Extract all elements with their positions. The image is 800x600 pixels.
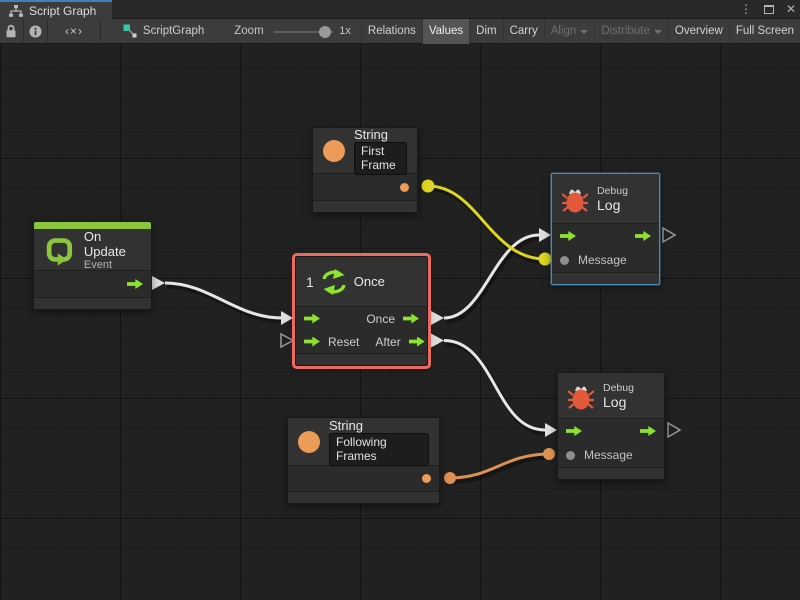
- code-view-button[interactable]: ‹×›: [48, 19, 101, 44]
- distribute-dropdown[interactable]: Distribute: [594, 19, 668, 44]
- node-title: On Update: [84, 229, 141, 259]
- string-type-icon: [298, 431, 320, 453]
- chevron-down-icon: [580, 30, 588, 34]
- graph-breadcrumb[interactable]: ScriptGraph: [123, 24, 204, 38]
- values-button[interactable]: Values: [422, 19, 469, 44]
- graph-toolbar: ‹×› ScriptGraph Zoom 1x Relations Values…: [0, 19, 800, 44]
- lock-icon: [5, 24, 17, 38]
- node-once-selected[interactable]: 1 Once Once Reset After: [295, 256, 428, 366]
- carry-button[interactable]: Carry: [503, 19, 544, 44]
- wire-dot-yellow-start[interactable]: [422, 180, 435, 193]
- wire-dot-orange-end[interactable]: [543, 448, 555, 460]
- tab-script-graph[interactable]: Script Graph: [0, 0, 112, 19]
- once-count: 1: [306, 274, 314, 290]
- port-triangle-debug-top-in[interactable]: [539, 228, 551, 242]
- string-value-field[interactable]: First Frame: [354, 142, 407, 175]
- flow-out-port[interactable]: [635, 231, 651, 241]
- node-title: String: [354, 127, 407, 142]
- wire-dot-orange-start[interactable]: [444, 472, 456, 484]
- message-label: Message: [584, 448, 633, 462]
- node-subtitle: Event: [84, 259, 141, 271]
- node-debug-log-bottom[interactable]: Debug Log Message: [557, 372, 665, 480]
- flow-in-port[interactable]: [560, 231, 576, 241]
- zoom-value: 1x: [339, 25, 351, 37]
- node-string-following-frames[interactable]: String Following Frames: [287, 417, 440, 504]
- port-triangle-debug-top-out-unconnected[interactable]: [663, 228, 675, 242]
- reset-label: Reset: [328, 335, 359, 349]
- port-triangle-once-in[interactable]: [281, 311, 293, 325]
- align-dropdown[interactable]: Align: [544, 19, 595, 44]
- graph-name-label: ScriptGraph: [143, 25, 204, 37]
- string-value-field[interactable]: Following Frames: [329, 433, 429, 466]
- message-input-port[interactable]: [560, 256, 569, 265]
- zoom-slider[interactable]: [274, 19, 334, 44]
- wire-once-to-debug-log-top[interactable]: [444, 235, 539, 318]
- once-cycle-icon: [321, 268, 347, 296]
- node-footer: [296, 353, 427, 365]
- after-label: After: [375, 335, 400, 349]
- once-exit-label: Once: [366, 312, 395, 326]
- node-title: String: [329, 418, 429, 433]
- string-output-port[interactable]: [400, 183, 409, 192]
- flow-in-port[interactable]: [304, 314, 320, 324]
- chevron-down-icon: [654, 30, 662, 34]
- window-close-icon[interactable]: ✕: [786, 0, 796, 19]
- on-update-loop-icon: [44, 233, 75, 267]
- once-exit-port[interactable]: [403, 314, 419, 324]
- graph-tree-icon: [8, 5, 24, 17]
- node-kind: Debug: [603, 382, 634, 394]
- lock-button[interactable]: [0, 19, 24, 44]
- node-kind: Debug: [597, 185, 628, 197]
- after-exit-port[interactable]: [409, 337, 425, 347]
- node-footer: [558, 467, 664, 479]
- reset-in-port[interactable]: [304, 337, 320, 347]
- info-icon: [29, 25, 42, 38]
- message-label: Message: [578, 253, 627, 267]
- info-button[interactable]: [24, 19, 48, 44]
- node-title: Log: [597, 197, 628, 213]
- dim-button[interactable]: Dim: [469, 19, 502, 44]
- node-footer: [313, 200, 417, 212]
- overview-button[interactable]: Overview: [668, 19, 729, 44]
- graph-canvas[interactable]: String First Frame Debug Log: [0, 44, 800, 600]
- string-type-icon: [323, 140, 345, 162]
- node-title: Log: [603, 394, 634, 410]
- flow-out-port[interactable]: [640, 426, 656, 436]
- port-triangle-once-out[interactable]: [431, 311, 444, 325]
- node-footer: [552, 272, 659, 284]
- port-triangle-reset-unconnected[interactable]: [281, 334, 293, 347]
- window-menu-icon[interactable]: ⋮: [740, 0, 752, 19]
- bug-icon: [568, 382, 594, 410]
- flow-in-port[interactable]: [566, 426, 582, 436]
- node-on-update-event[interactable]: On Update Event: [33, 221, 152, 310]
- node-title: Once: [354, 274, 385, 289]
- window-maximize-icon[interactable]: [764, 5, 774, 14]
- bug-icon: [562, 185, 588, 213]
- tab-title: Script Graph: [29, 4, 96, 18]
- script-graph-icon: [123, 24, 137, 38]
- relations-button[interactable]: Relations: [361, 19, 422, 44]
- port-triangle-debug-bottom-out-unconnected[interactable]: [668, 423, 680, 437]
- node-footer: [34, 297, 151, 309]
- node-string-first-frame[interactable]: String First Frame: [312, 127, 418, 213]
- wire-after-to-debug-log-bottom[interactable]: [444, 341, 545, 431]
- tab-bar: Script Graph ⋮ ✕: [0, 0, 800, 19]
- fullscreen-button[interactable]: Full Screen: [729, 19, 800, 44]
- zoom-label: Zoom: [234, 25, 263, 37]
- message-input-port[interactable]: [566, 451, 575, 460]
- wire-string-first-frame-to-message[interactable]: [428, 186, 545, 259]
- zoom-slider-handle[interactable]: [319, 26, 331, 38]
- port-triangle-after-out[interactable]: [431, 334, 444, 348]
- port-triangle-on-update-out[interactable]: [152, 276, 165, 290]
- flow-out-port[interactable]: [127, 279, 143, 289]
- port-triangle-debug-bottom-in[interactable]: [545, 423, 557, 437]
- string-output-port[interactable]: [422, 474, 431, 483]
- node-debug-log-top[interactable]: Debug Log Message: [551, 173, 660, 285]
- wire-dot-yellow-end[interactable]: [539, 253, 552, 266]
- node-footer: [288, 491, 439, 503]
